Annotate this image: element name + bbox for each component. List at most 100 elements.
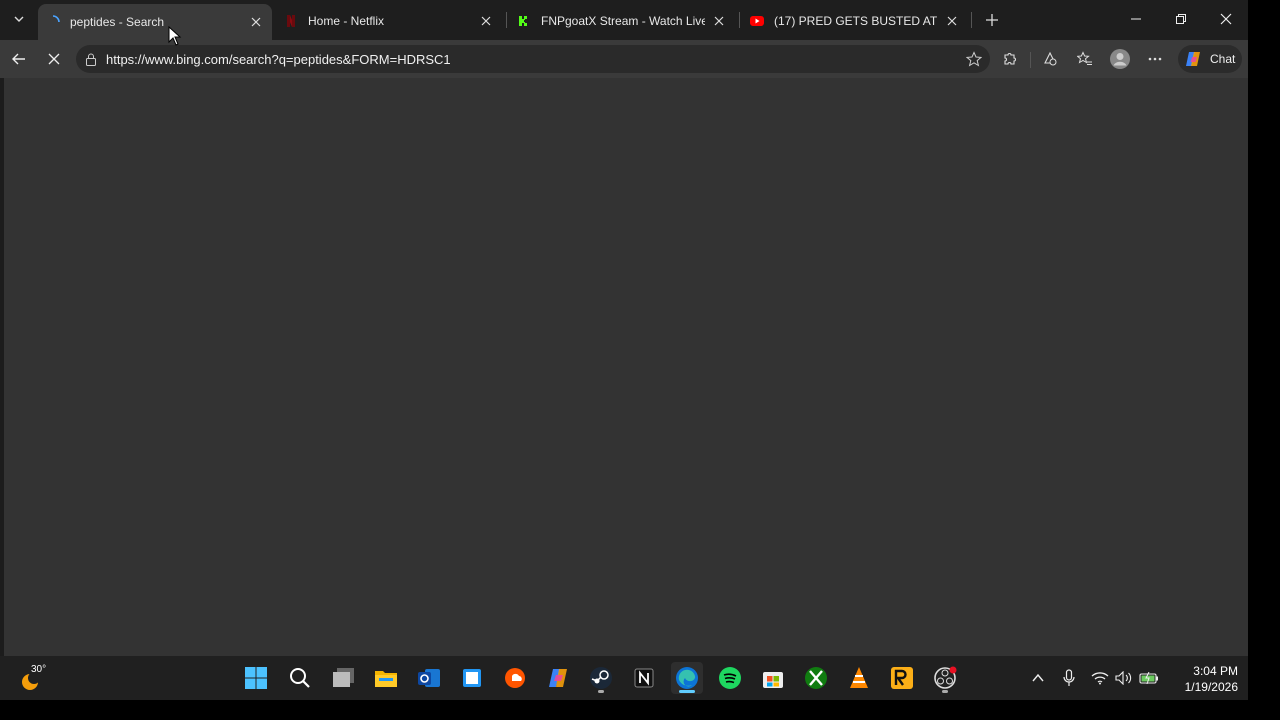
tab-kick-stream[interactable]: FNPgoatX Stream - Watch Live on bbox=[509, 4, 735, 38]
screen: peptides - Search Home - Netflix FNPgoat… bbox=[0, 0, 1248, 700]
loading-spinner-icon bbox=[46, 15, 60, 29]
tab-youtube-video[interactable]: (17) PRED GETS BUSTED AT HIS PL bbox=[742, 4, 968, 38]
screen-border-right bbox=[1248, 0, 1280, 700]
taskbar-vlc[interactable] bbox=[843, 662, 875, 694]
task-view-button[interactable] bbox=[328, 662, 360, 694]
page-content[interactable] bbox=[4, 78, 1248, 656]
weather-temp: 30° bbox=[31, 664, 47, 675]
rockstar-icon bbox=[891, 667, 913, 689]
new-tab-button[interactable] bbox=[980, 8, 1004, 32]
close-tab-icon[interactable] bbox=[944, 13, 960, 29]
taskbar-soundcloud[interactable] bbox=[499, 662, 531, 694]
close-tab-icon[interactable] bbox=[478, 13, 494, 29]
system-clock[interactable]: 3:04 PM 1/19/2026 bbox=[1168, 663, 1238, 695]
taskbar-obs[interactable] bbox=[929, 662, 961, 694]
restore-icon bbox=[1175, 14, 1186, 24]
chevron-up-icon bbox=[1032, 673, 1044, 682]
tab-peptides-search[interactable]: peptides - Search bbox=[38, 4, 272, 40]
taskbar-rockstar-launcher[interactable] bbox=[886, 662, 918, 694]
taskbar-notion[interactable] bbox=[628, 662, 660, 694]
restore-button[interactable] bbox=[1158, 0, 1203, 38]
settings-more-button[interactable] bbox=[1141, 45, 1169, 73]
close-icon bbox=[48, 53, 60, 65]
tab-strip: peptides - Search Home - Netflix FNPgoat… bbox=[0, 0, 1248, 40]
taskbar-outlook[interactable] bbox=[413, 662, 445, 694]
soundcloud-icon bbox=[505, 668, 525, 688]
taskbar-file-explorer[interactable] bbox=[370, 662, 402, 694]
clock-date: 1/19/2026 bbox=[1184, 680, 1238, 694]
favorites-icon bbox=[1077, 51, 1092, 65]
task-view-icon bbox=[333, 668, 354, 687]
microphone-tray-button[interactable] bbox=[1059, 668, 1079, 688]
tab-actions-button[interactable] bbox=[6, 6, 32, 32]
network-tray-button[interactable] bbox=[1090, 668, 1110, 688]
volume-tray-button[interactable] bbox=[1114, 668, 1134, 688]
ellipsis-icon bbox=[1148, 57, 1162, 61]
favorite-star-icon[interactable] bbox=[964, 49, 984, 69]
mail-app-icon bbox=[418, 669, 440, 687]
xbox-icon bbox=[805, 667, 827, 689]
running-indicator bbox=[598, 690, 604, 693]
edge-icon bbox=[676, 667, 698, 689]
weather-widget[interactable]: 30° bbox=[18, 664, 58, 694]
taskbar-xbox[interactable] bbox=[800, 662, 832, 694]
tab-title: peptides - Search bbox=[70, 15, 165, 29]
clock-time: 3:04 PM bbox=[1193, 664, 1238, 678]
minimize-icon bbox=[1130, 18, 1141, 20]
wifi-icon bbox=[1091, 672, 1109, 685]
mouse-cursor-icon bbox=[168, 26, 182, 46]
store-icon bbox=[763, 672, 783, 688]
copilot-chat-button[interactable]: Chat bbox=[1178, 45, 1242, 73]
windows-logo-icon bbox=[245, 667, 267, 689]
profile-button[interactable] bbox=[1106, 45, 1134, 73]
lock-icon[interactable] bbox=[84, 52, 98, 66]
show-hidden-icons-button[interactable] bbox=[1028, 668, 1048, 688]
taskbar: 30° 3:04 PM 1/19/2026 bbox=[0, 656, 1248, 700]
taskbar-search-button[interactable] bbox=[284, 662, 316, 694]
sun-icon bbox=[22, 672, 40, 690]
browser-essentials-icon bbox=[1044, 51, 1057, 66]
vlc-cone-icon bbox=[850, 667, 868, 688]
taskbar-copilot[interactable] bbox=[542, 662, 574, 694]
youtube-icon bbox=[750, 14, 764, 28]
taskbar-spotify[interactable] bbox=[714, 662, 746, 694]
puzzle-icon bbox=[1004, 53, 1016, 65]
close-window-button[interactable] bbox=[1203, 0, 1248, 38]
battery-charging-icon bbox=[1139, 672, 1158, 684]
taskbar-steam[interactable] bbox=[585, 662, 617, 694]
copilot-icon bbox=[549, 669, 567, 687]
close-icon bbox=[1220, 13, 1231, 25]
close-tab-icon[interactable] bbox=[711, 13, 727, 29]
microphone-icon bbox=[1063, 669, 1075, 686]
chevron-down-icon bbox=[14, 16, 24, 22]
close-tab-icon[interactable] bbox=[248, 14, 264, 30]
plus-icon bbox=[986, 14, 998, 26]
stop-loading-button[interactable] bbox=[40, 45, 68, 73]
chat-label: Chat bbox=[1210, 52, 1236, 66]
tab-title: FNPgoatX Stream - Watch Live on bbox=[541, 14, 705, 28]
taskbar-microsoft-store[interactable] bbox=[757, 662, 789, 694]
steam-icon bbox=[590, 667, 612, 689]
running-indicator bbox=[942, 690, 948, 693]
taskbar-notepad[interactable] bbox=[456, 662, 488, 694]
address-bar[interactable]: https://www.bing.com/search?q=peptides&F… bbox=[76, 45, 990, 73]
tab-title: (17) PRED GETS BUSTED AT HIS PL bbox=[774, 14, 938, 28]
browser-essentials-button[interactable] bbox=[1036, 45, 1064, 73]
tab-title: Home - Netflix bbox=[308, 14, 385, 28]
start-button[interactable] bbox=[240, 662, 272, 694]
tab-divider bbox=[971, 12, 972, 28]
navigation-toolbar: https://www.bing.com/search?q=peptides&F… bbox=[0, 40, 1248, 78]
back-button[interactable] bbox=[5, 45, 33, 73]
battery-tray-button[interactable] bbox=[1139, 668, 1159, 688]
taskbar-edge[interactable] bbox=[671, 662, 703, 694]
tab-divider bbox=[739, 12, 740, 28]
tab-netflix[interactable]: Home - Netflix bbox=[276, 4, 502, 38]
netflix-icon bbox=[284, 14, 298, 28]
speaker-icon bbox=[1115, 671, 1132, 685]
minimize-button[interactable] bbox=[1113, 0, 1158, 38]
url-text[interactable]: https://www.bing.com/search?q=peptides&F… bbox=[106, 52, 964, 67]
favorites-button[interactable] bbox=[1071, 45, 1099, 73]
kick-icon bbox=[517, 14, 531, 28]
extensions-button[interactable] bbox=[996, 45, 1024, 73]
avatar-icon bbox=[1110, 49, 1130, 69]
